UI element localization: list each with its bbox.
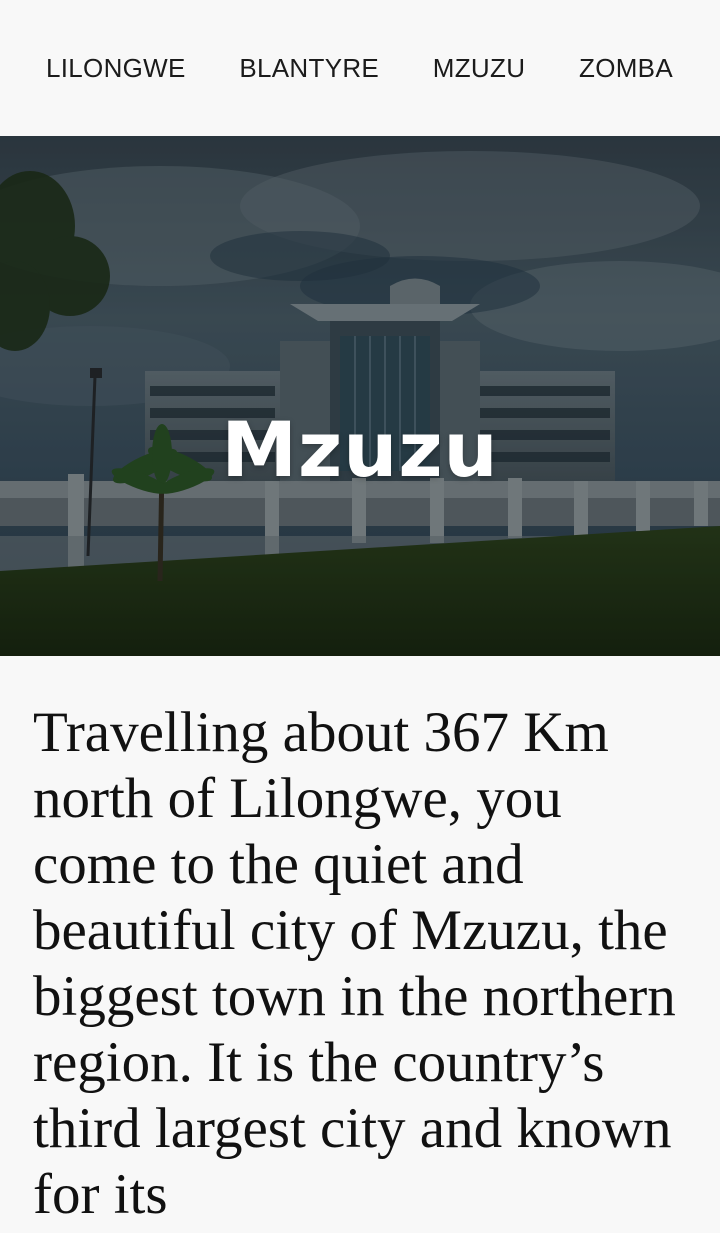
hero-image-mzuzu-building	[0, 136, 720, 656]
hero-banner: Mzuzu	[0, 136, 720, 656]
nav-link-zomba[interactable]: ZOMBA	[579, 53, 673, 84]
nav-link-blantyre[interactable]: BLANTYRE	[239, 53, 379, 84]
nav-link-lilongwe[interactable]: LILONGWE	[46, 53, 186, 84]
article-paragraph: Travelling about 367 Km north of Lilongw…	[33, 701, 676, 1226]
article-content: Travelling about 367 Km north of Lilongw…	[0, 656, 720, 1228]
hero-title: Mzuzu	[221, 404, 499, 494]
nav-link-mzuzu[interactable]: MZUZU	[433, 53, 525, 84]
top-navigation: LILONGWE BLANTYRE MZUZU ZOMBA	[0, 0, 720, 136]
